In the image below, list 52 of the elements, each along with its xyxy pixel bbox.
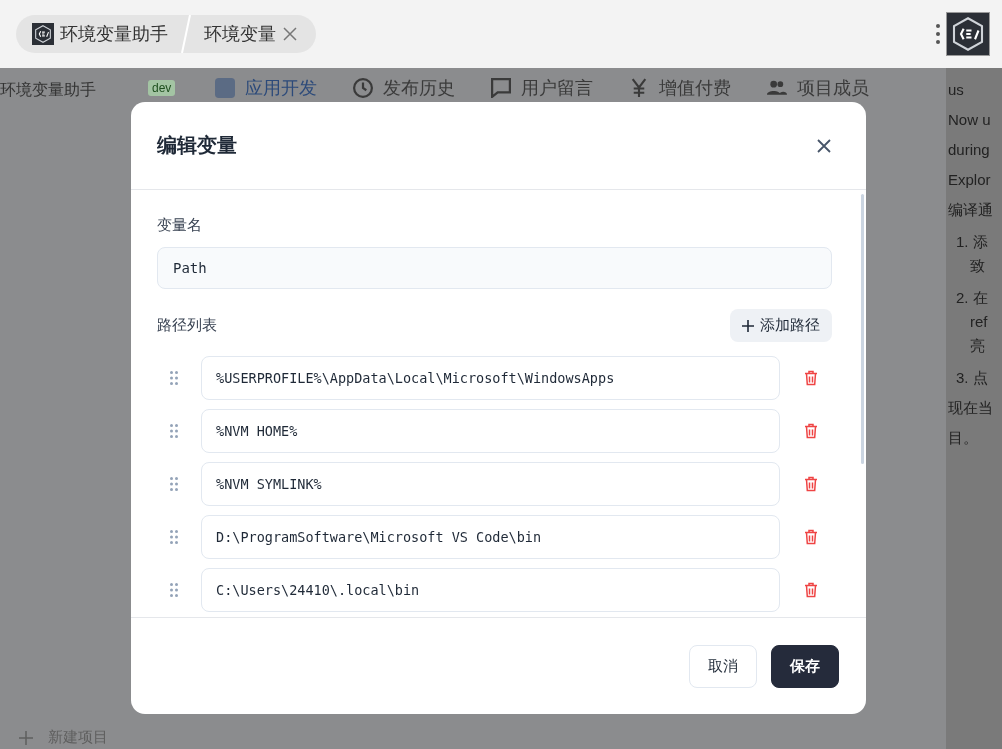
document-text: 现在当: [948, 398, 993, 418]
document-text: during: [948, 140, 990, 160]
window-tab[interactable]: 环境变量: [204, 22, 276, 46]
nav-tab[interactable]: 项目成员: [767, 76, 870, 100]
drag-handle-icon[interactable]: [170, 530, 178, 544]
save-button[interactable]: 保存: [771, 644, 839, 688]
document-text: 目。: [948, 428, 978, 448]
cancel-button[interactable]: 取消: [689, 644, 757, 688]
close-icon[interactable]: [816, 137, 832, 154]
trash-icon[interactable]: [804, 423, 818, 439]
drag-handle-icon[interactable]: [170, 371, 178, 385]
directory-field[interactable]: C:\Users\24410\.local\bin: [201, 568, 780, 612]
nav-tab[interactable]: 用户留言: [491, 76, 594, 100]
document-text: 3. 点: [956, 368, 988, 388]
directory-field[interactable]: D:\ProgramSoftware\Microsoft VS Code\bin: [201, 515, 780, 559]
document-text: 2. 在: [956, 288, 988, 308]
people-icon: [767, 78, 788, 98]
trash-icon[interactable]: [804, 370, 818, 386]
document-text: 亮: [970, 336, 985, 356]
document-text: Now u: [948, 110, 991, 130]
directory-field[interactable]: %NVM_HOME%: [201, 409, 780, 453]
app-icon: [215, 78, 236, 98]
close-icon[interactable]: [282, 26, 298, 42]
drag-handle-icon[interactable]: [170, 424, 178, 438]
document-text: 致: [970, 256, 985, 276]
app-logo-icon: [947, 13, 989, 55]
directory-field[interactable]: %NVM_SYMLINK%: [201, 462, 780, 506]
drag-handle-icon[interactable]: [170, 583, 178, 597]
drag-handle-icon[interactable]: [170, 477, 178, 491]
dev-badge: dev: [148, 80, 176, 96]
tab-divider: [180, 15, 192, 53]
trash-icon[interactable]: [804, 476, 818, 492]
document-text: us: [948, 80, 964, 100]
add-path-button[interactable]: 添加路径: [730, 309, 832, 342]
field-label: 路径列表: [157, 316, 217, 335]
history-icon: [353, 78, 374, 98]
more-icon[interactable]: [936, 23, 940, 45]
plus-icon: [742, 319, 754, 332]
field-label: 变量名: [157, 216, 203, 235]
document-text: Explor: [948, 170, 991, 190]
trash-icon[interactable]: [804, 529, 818, 545]
dialog-title: 编辑变量: [157, 133, 237, 158]
variable-name-field[interactable]: Path: [157, 247, 832, 289]
document-text: ref: [970, 312, 988, 332]
window-tab[interactable]: 环境变量助手: [60, 22, 168, 46]
document-text: 1. 添: [956, 232, 988, 252]
app-logo-icon: [32, 23, 54, 45]
document-text: 编译通: [948, 200, 993, 220]
directory-field[interactable]: %USERPROFILE%\AppData\Local\Microsoft\WindowsApps: [201, 356, 780, 400]
trash-icon[interactable]: [804, 582, 818, 598]
message-icon: [491, 78, 512, 98]
project-name: 环境变量助手: [0, 80, 97, 100]
